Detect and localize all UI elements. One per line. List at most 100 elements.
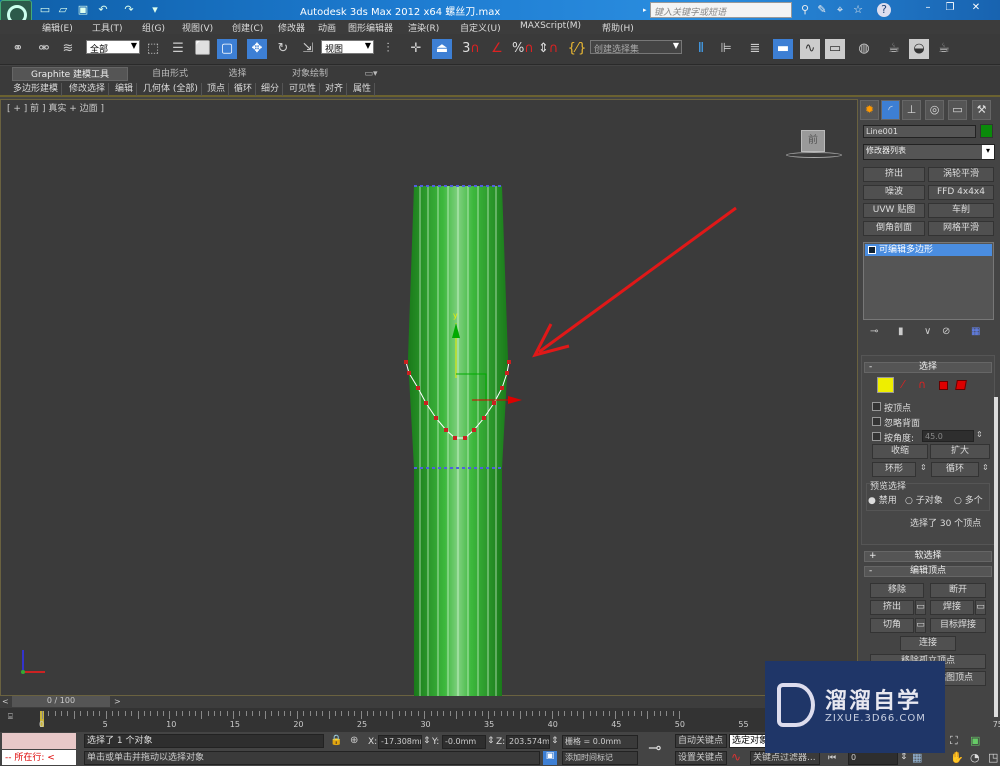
ignore-backfacing-checkbox[interactable] (872, 417, 881, 426)
by-angle-checkbox[interactable] (872, 432, 881, 441)
make-unique-icon[interactable]: ∨ (924, 326, 931, 337)
loop-spinner-icon[interactable]: ⇕ (982, 463, 989, 472)
vertex-handle[interactable] (444, 428, 448, 432)
hierarchy-tab-icon[interactable]: ⊥ (902, 100, 921, 120)
modifier-noise-button[interactable]: 噪波 (863, 185, 925, 200)
menu-graph-editors[interactable]: 图形编辑器 (348, 21, 393, 34)
create-tab-icon[interactable]: ✹ (860, 100, 879, 120)
reference-coord-dropdown[interactable]: 视图 ▼ (321, 40, 374, 55)
ribbon-subdivision[interactable]: 细分 (258, 83, 284, 96)
vertex-handle[interactable] (453, 436, 457, 440)
menu-edit[interactable]: 编辑(E) (42, 21, 73, 34)
by-vertex-checkbox[interactable] (872, 402, 881, 411)
edit-vertices-rollout-header[interactable]: - 编辑顶点 (864, 566, 992, 577)
select-and-link-icon[interactable]: ⚭ (8, 39, 28, 59)
target-weld-button[interactable]: 目标焊接 (930, 618, 986, 633)
render-setup-icon[interactable]: ☕ (884, 39, 904, 59)
angle-spinner-icon[interactable]: ⇕ (976, 430, 983, 439)
vertex-mode-icon[interactable] (877, 377, 894, 393)
vertex-handle[interactable] (416, 386, 420, 390)
ribbon-polygon-modeling[interactable]: 多边形建模 (10, 83, 63, 96)
vertex-handle[interactable] (472, 428, 476, 432)
ribbon-loops[interactable]: 循环 (231, 83, 257, 96)
save-icon[interactable]: ▣ (76, 3, 90, 16)
add-time-tag-button[interactable]: 添加时间标记 (562, 751, 638, 765)
tab-graphite-modeling[interactable]: Graphite 建模工具 (12, 67, 128, 81)
maxscript-listener-input[interactable] (2, 733, 76, 749)
spinner-snap-icon[interactable]: ⇕∩ (538, 39, 558, 59)
render-production-icon[interactable]: ☕ (934, 39, 954, 59)
object-color-swatch[interactable] (980, 124, 993, 138)
key-filters-button[interactable]: 关键点过滤器... (750, 751, 820, 765)
object-name-input[interactable]: Line001 (863, 125, 976, 138)
graphite-toggle-icon[interactable]: ▬ (773, 39, 793, 59)
angle-input[interactable]: 45.0 (922, 430, 974, 442)
modifier-uvw-map-button[interactable]: UVW 贴图 (863, 203, 925, 218)
zoom-extents-all-icon[interactable]: ▣ (970, 734, 980, 747)
y-spinner-icon[interactable]: ⇕ (487, 736, 495, 746)
select-and-rotate-icon[interactable]: ↻ (273, 39, 293, 59)
select-object-icon[interactable]: ⬚ (143, 39, 163, 59)
window-crossing-icon[interactable]: ▢ (217, 39, 237, 59)
set-key-button[interactable]: 设置关键点 (675, 751, 727, 765)
vertex-handle[interactable] (482, 416, 486, 420)
chamfer-button[interactable]: 切角 (870, 618, 914, 633)
soft-selection-rollout-header[interactable]: + 软选择 (864, 551, 992, 562)
angle-snap-icon[interactable]: ∠ (487, 39, 507, 59)
select-and-scale-icon[interactable]: ⇲ (298, 39, 318, 59)
modifier-turbosmooth-button[interactable]: 涡轮平滑 (928, 167, 994, 182)
menu-modifiers[interactable]: 修改器 (278, 21, 305, 34)
menu-rendering[interactable]: 渲染(R) (408, 21, 439, 34)
tab-freeform[interactable]: 自由形式 (140, 67, 200, 81)
shrink-button[interactable]: 收缩 (872, 444, 928, 459)
remove-modifier-icon[interactable]: ⊘ (942, 326, 950, 337)
ribbon-vertices[interactable]: 顶点 (204, 83, 230, 96)
x-spinner-icon[interactable]: ⇕ (423, 736, 431, 746)
menu-tools[interactable]: 工具(T) (92, 21, 123, 34)
grow-button[interactable]: 扩大 (930, 444, 990, 459)
snaps-toggle-icon[interactable]: 3∩ (461, 39, 481, 59)
configure-modifier-sets-icon[interactable]: ▦ (971, 326, 980, 337)
time-tag-icon[interactable]: ▣ (543, 751, 557, 765)
restore-button[interactable]: ❐ (940, 1, 960, 15)
edit-named-selection-icon[interactable]: {⁄} (567, 39, 587, 59)
y-coordinate-input[interactable]: -0.0mm (442, 735, 486, 749)
screwdriver-model[interactable]: y (396, 178, 526, 698)
chamfer-settings-icon[interactable]: ▭ (915, 618, 926, 633)
pin-stack-icon[interactable]: ⊸ (870, 326, 878, 337)
viewcube[interactable]: 前 (801, 130, 825, 152)
ribbon-visibility[interactable]: 可见性 (286, 83, 321, 96)
menu-maxscript[interactable]: MAXScript(M) (520, 21, 581, 31)
vertex-handle[interactable] (492, 401, 496, 405)
expand-arrow-icon[interactable]: ▸ (643, 6, 647, 14)
edge-mode-icon[interactable]: ⁄ (902, 378, 904, 391)
vertex-handle[interactable] (505, 371, 509, 375)
zoom-extents-icon[interactable]: ⛶ (950, 734, 958, 748)
rectangular-selection-icon[interactable]: ⬜ (193, 39, 213, 59)
modifier-bevel-profile-button[interactable]: 倒角剖面 (863, 221, 925, 236)
vertex-handle[interactable] (404, 360, 408, 364)
weld-settings-icon[interactable]: ▭ (975, 600, 986, 615)
key-mode-dropdown[interactable]: 选定对象 (729, 734, 769, 748)
viewport-front[interactable]: [ + ] 前 ] 真实 + 边面 ] 前 y (0, 99, 858, 698)
show-end-result-icon[interactable]: ▮ (898, 326, 904, 337)
help-icon[interactable]: ? (877, 3, 891, 17)
material-editor-icon[interactable]: ◍ (854, 39, 874, 59)
extrude-button[interactable]: 挤出 (870, 600, 914, 615)
vertex-handle[interactable] (507, 360, 511, 364)
new-file-icon[interactable]: ▭ (38, 3, 52, 16)
absolute-mode-icon[interactable]: ⊕ (350, 735, 358, 746)
next-frame-button[interactable]: > (114, 697, 121, 706)
connect-button[interactable]: 连接 (900, 636, 956, 651)
element-mode-icon[interactable] (955, 380, 967, 390)
utilities-tab-icon[interactable]: ⚒ (972, 100, 991, 120)
menu-views[interactable]: 视图(V) (182, 21, 213, 34)
current-frame-input[interactable]: 0 (848, 751, 898, 765)
mini-curve-editor-icon[interactable]: ⌸ (8, 712, 22, 724)
satellite-icon[interactable]: ⌖ (833, 3, 847, 17)
display-tab-icon[interactable]: ▭ (948, 100, 967, 120)
schematic-view-icon[interactable]: ▭ (825, 39, 845, 59)
wrench-icon[interactable]: ✎ (815, 3, 829, 17)
layer-manager-icon[interactable]: ≣ (745, 39, 765, 59)
unlink-icon[interactable]: ⚮ (34, 39, 54, 59)
